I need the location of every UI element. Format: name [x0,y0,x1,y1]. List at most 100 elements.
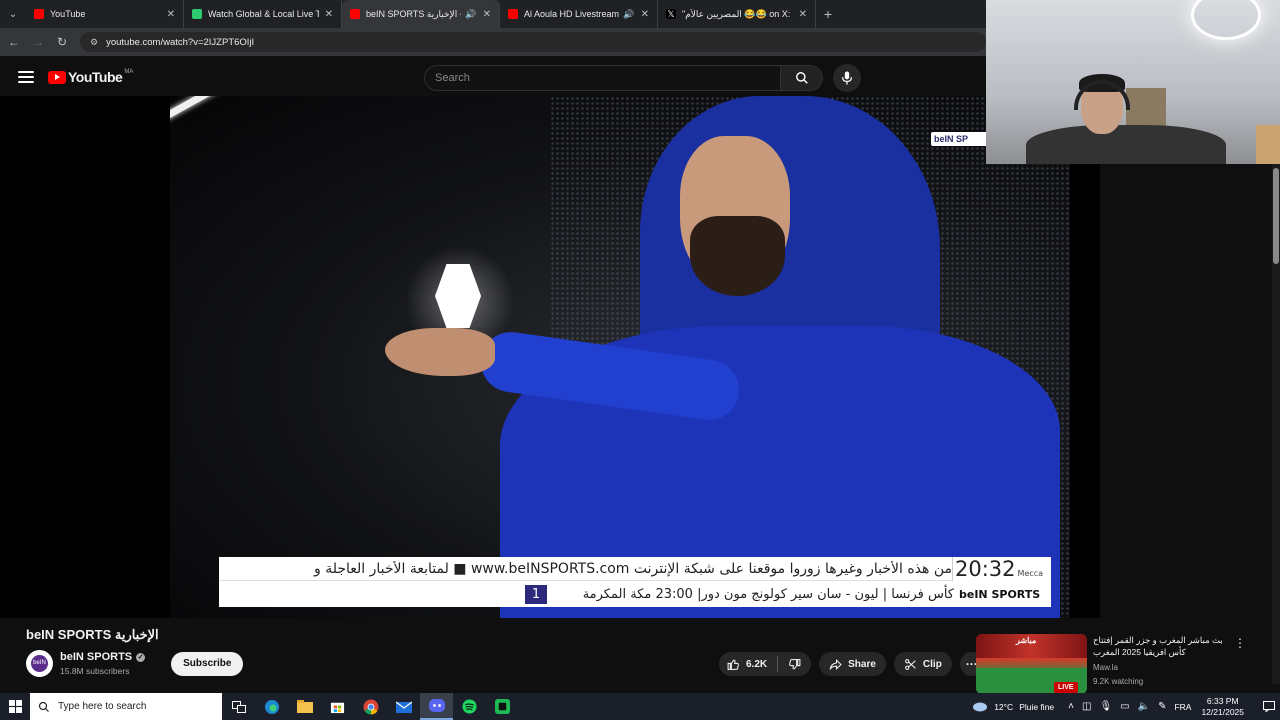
clock-date: 12/21/2025 [1201,706,1244,717]
subscribe-button[interactable]: Subscribe [171,651,244,676]
suggested-title[interactable]: بث مباشر المغرب و جزر القمر إفتتاح كأس ا… [1093,634,1223,658]
tab-title: Al Aoula HD Livestream 24 [524,9,620,19]
tab-watch-live-tv[interactable]: Watch Global & Local Live TV C ✕ [184,0,342,28]
share-button[interactable]: Share [819,652,886,676]
clip-label: Clip [922,658,942,670]
subscriber-count: 15.8M subscribers [60,666,130,676]
close-tab-icon[interactable]: ✕ [799,9,807,20]
url-field[interactable]: ⚙ youtube.com/watch?v=2IJZPT6OIjI [80,32,986,52]
volume-icon[interactable]: 🔈 [1138,701,1150,712]
speaker-icon[interactable]: 🔊 [465,9,476,20]
mail-icon[interactable] [387,693,420,720]
channel-name[interactable]: beIN SPORTS ✓ [60,651,146,663]
ticker-clock: 20:32 Mecca [952,557,1051,581]
taskbar-clock[interactable]: 6:33 PM 12/21/2025 [1201,696,1244,718]
webcam-overlay [986,0,1280,164]
browser-tab-strip: ⌄ YouTube ✕ Watch Global & Local Live TV… [0,0,986,28]
ticker-city: Mecca [1017,569,1044,578]
system-tray: 12°C Pluie fine ˄ ◫ 🎙 ▭ 🔈 ✎ FRA 6:33 PM … [972,693,1280,720]
channel-avatar[interactable]: beIN [26,650,53,677]
reload-icon[interactable]: ↻ [50,35,74,49]
search-input[interactable] [424,65,781,91]
tab-search-button[interactable]: ⌄ [0,0,26,28]
channel-row: beIN beIN SPORTS ✓ 15.8M subscribers Subs… [26,650,244,677]
chrome-icon[interactable] [354,693,387,720]
thumbs-up-icon [727,659,739,670]
scrollbar-thumb[interactable] [1273,168,1279,264]
thumbnail-text: مباشر [1016,636,1037,645]
edge-icon[interactable] [255,693,288,720]
file-explorer-icon[interactable] [288,693,321,720]
tab-al-aoula[interactable]: Al Aoula HD Livestream 24 🔊 ✕ [500,0,658,28]
page-scrollbar[interactable] [1272,164,1280,684]
side-panel [1100,164,1280,618]
taskbar-search[interactable]: Type here to search [30,693,222,720]
microphone-tray-icon[interactable]: 🎙 [1099,701,1112,712]
youtube-play-icon [48,70,66,84]
suggested-video[interactable]: مباشر LIVE بث مباشر المغرب و جزر القمر إ… [976,634,1266,694]
input-language[interactable]: FRA [1174,702,1191,712]
discord-icon[interactable] [420,693,453,720]
light-streak [170,96,302,123]
close-tab-icon[interactable]: ✕ [325,9,333,20]
video-actions: 6.2K Share Clip ··· [719,652,984,676]
like-dislike-group: 6.2K [719,652,812,676]
taskbar-search-text: Type here to search [58,701,147,712]
ticker-fixture: كأس فرنسا | ليون - سان سير كولونج مون دو… [582,587,954,602]
new-tab-button[interactable]: + [816,6,840,22]
notification-icon[interactable] [1258,701,1280,712]
close-tab-icon[interactable]: ✕ [167,9,175,20]
pen-icon[interactable]: ✎ [1158,701,1166,712]
close-tab-icon[interactable]: ✕ [483,9,491,20]
thumbs-down-icon [789,658,801,669]
back-arrow-icon[interactable]: ← [2,35,26,49]
temperature: 12°C [994,701,1014,712]
forward-arrow-icon[interactable]: → [26,35,50,49]
tab-title: beIN SPORTS الإخبارية - You [366,8,461,19]
video-title: beIN SPORTS الإخبارية [26,627,159,642]
video-player[interactable]: beIN SP من هذه الأخبار وغيرها زوروا موقع… [0,96,1280,618]
tab-bein-sports[interactable]: beIN SPORTS الإخبارية - You 🔊 ✕ [342,0,500,28]
spotify-icon[interactable] [453,693,486,720]
url-text: youtube.com/watch?v=2IJZPT6OIjI [106,36,255,48]
menu-icon[interactable] [18,71,34,83]
scissors-icon [905,658,916,670]
dislike-button[interactable] [778,652,811,676]
tab-title: Watch Global & Local Live TV C [208,9,319,19]
voice-search-button[interactable] [833,64,861,92]
search-icon [795,72,808,84]
task-view-icon[interactable] [222,693,255,720]
verified-check-icon: ✓ [136,652,146,662]
store-icon[interactable] [321,693,354,720]
suggested-menu-icon[interactable]: ⋮ [1234,636,1246,650]
start-button[interactable] [0,700,30,713]
live-badge: LIVE [1054,682,1078,693]
site-info-icon[interactable]: ⚙ [90,37,98,48]
tab-youtube[interactable]: YouTube ✕ [26,0,184,28]
cloud-rain-icon [973,702,988,711]
tab-x-post[interactable]: 𝕏 "المصريين عالأم 😂😂 on X: "أكري ✕ [658,0,816,28]
app-icon[interactable] [486,693,519,720]
network-icon[interactable]: ◫ [1082,701,1091,712]
channel-name-text[interactable]: beIN SPORTS [60,651,132,663]
weather-widget[interactable]: 12°C Pluie fine [972,701,1054,713]
show-hidden-icons-icon[interactable]: ˄ [1068,701,1074,712]
search-bar [424,64,861,92]
video-frame[interactable]: beIN SP [170,96,1070,618]
battery-icon[interactable]: ▭ [1120,701,1129,712]
tv-favicon-icon [192,9,202,19]
search-button[interactable] [781,65,823,91]
microphone-icon [842,71,852,85]
logo-text: YouTube [68,69,123,85]
suggested-channel[interactable]: Maw.la [1093,663,1118,672]
clip-button[interactable]: Clip [893,652,952,676]
youtube-logo[interactable]: YouTube MA [48,69,133,85]
ticker-brand: beIN SPORTS [959,588,1041,601]
like-button[interactable]: 6.2K [719,652,777,676]
close-tab-icon[interactable]: ✕ [641,9,649,20]
speaker-icon[interactable]: 🔊 [623,9,634,20]
windows-taskbar: Type here to search 12°C Pluie fine ˄ ◫ … [0,693,1280,720]
x-favicon-icon: 𝕏 [666,9,676,19]
suggested-watching: 9.2K watching [1093,677,1144,686]
windows-logo-icon [8,700,22,713]
